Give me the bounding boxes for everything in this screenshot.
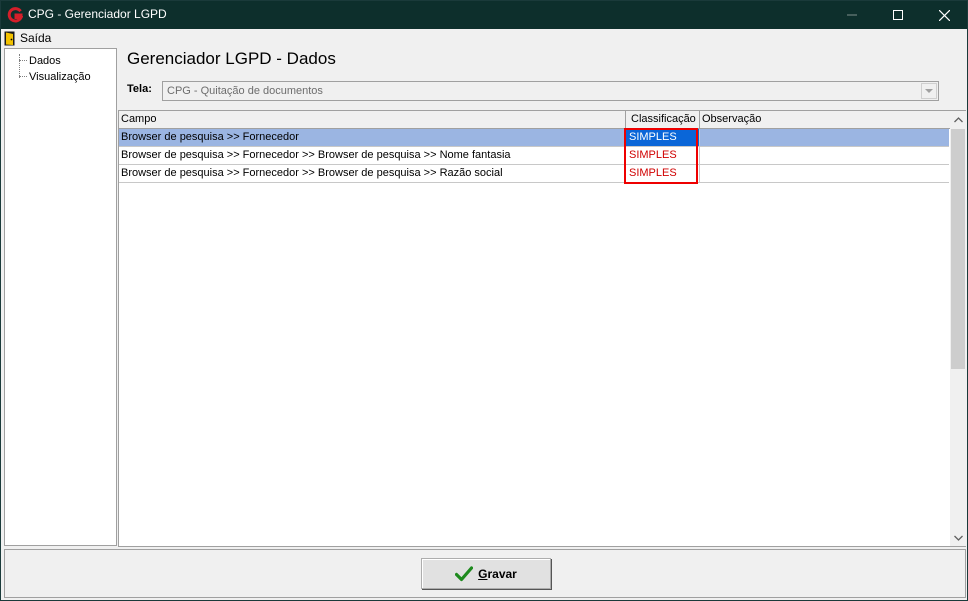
data-grid: Campo Classificação Observação Browser d… [118,110,966,547]
page-title: Gerenciador LGPD - Dados [127,49,336,68]
window-title: CPG - Gerenciador LGPD [28,7,167,21]
menu-item-saida[interactable]: Saída [4,30,51,46]
chevron-up-icon [953,116,963,122]
checkmark-icon [455,565,474,581]
column-header-observacao[interactable]: Observação [700,111,950,128]
table-row[interactable]: Browser de pesquisa >> Fornecedor >> Bro… [119,165,949,183]
navigation-tree: Dados Visualização [4,48,117,546]
chevron-down-icon [953,535,963,541]
scrollbar-thumb[interactable] [951,129,965,369]
cell-observacao[interactable] [700,165,949,182]
cell-observacao[interactable] [700,129,949,146]
menu-bar: Saída [1,29,967,47]
app-window: CPG - Gerenciador LGPD Saída Dados Visua… [0,0,968,601]
maximize-button[interactable] [875,1,921,29]
cell-campo: Browser de pesquisa >> Fornecedor >> Bro… [119,165,626,182]
tree-item-dados[interactable]: Dados [19,53,61,68]
classification-highlight-box [624,128,698,184]
column-header-campo[interactable]: Campo [119,111,626,128]
door-exit-icon [4,31,15,45]
menu-item-label: Saída [20,31,52,45]
tela-select-value: CPG - Quitação de documentos [167,85,323,97]
vertical-scrollbar[interactable] [950,111,966,546]
tree-item-visualizacao[interactable]: Visualização [19,69,91,84]
app-logo-icon [7,7,23,23]
close-button[interactable] [921,1,967,29]
close-icon [938,9,950,21]
title-bar: CPG - Gerenciador LGPD [1,1,967,29]
maximize-icon [893,10,903,20]
save-button[interactable]: Gravar [421,558,551,589]
save-button-label: Gravar [478,566,517,581]
cell-campo: Browser de pesquisa >> Fornecedor >> Bro… [119,147,626,164]
tree-item-label: Visualização [29,70,91,83]
scroll-up-button[interactable] [950,111,966,128]
table-row[interactable]: Browser de pesquisa >> Fornecedor >> Bro… [119,147,949,165]
tela-label: Tela: [127,83,152,95]
tree-item-label: Dados [29,54,61,67]
minimize-button[interactable] [829,1,875,29]
grid-header: Campo Classificação Observação [119,111,950,129]
chevron-down-icon [925,88,933,93]
footer-bar: Gravar [4,549,966,598]
table-row[interactable]: Browser de pesquisa >> Fornecedor SIMPLE… [119,129,949,147]
tela-select[interactable]: CPG - Quitação de documentos [162,81,939,101]
scroll-down-button[interactable] [950,529,966,546]
cell-campo: Browser de pesquisa >> Fornecedor [119,129,626,146]
cell-observacao[interactable] [700,147,949,164]
dropdown-button[interactable] [921,83,937,99]
minimize-icon [847,14,857,16]
column-header-classificacao[interactable]: Classificação [626,111,700,128]
